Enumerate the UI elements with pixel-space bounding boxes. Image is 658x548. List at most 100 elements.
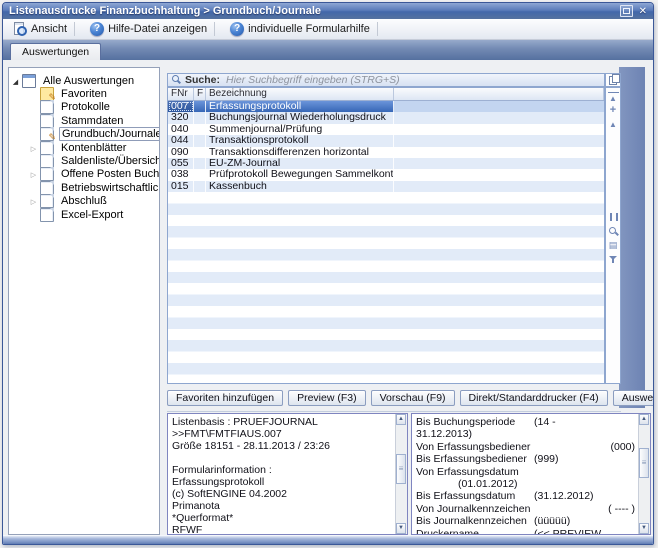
param-label: (01.01.2012): [416, 478, 518, 490]
table-row[interactable]: 044 Transaktionsprotokoll: [168, 135, 604, 146]
param-value: (31.12.2012): [534, 490, 594, 502]
cell-extra: [394, 181, 604, 192]
strip-icon[interactable]: [608, 212, 619, 223]
table-row[interactable]: 015 Kassenbuch: [168, 181, 604, 192]
column-header-bez[interactable]: Bezeichnung: [206, 88, 394, 100]
strip-icon[interactable]: [608, 119, 619, 130]
cell-bezeichnung: Transaktionsdifferenzen horizontal: [206, 147, 394, 158]
cell-bezeichnung: EU-ZM-Journal: [206, 158, 394, 169]
table-row[interactable]: 038 Prüfprotokoll Bewegungen Sammelkonte…: [168, 169, 604, 180]
cell-f: [194, 101, 206, 112]
tree-item-label: Kontenblätter: [59, 142, 128, 154]
action-button[interactable]: Direkt/Standarddrucker (F4): [460, 390, 608, 406]
action-button[interactable]: Vorschau (F9): [371, 390, 455, 406]
params-scrollbar[interactable]: ▲ ▼: [638, 414, 650, 534]
toolbar-button[interactable]: Hilfe-Datei anzeigen: [84, 20, 224, 38]
tree-item-icon: [22, 74, 36, 88]
right-gutter: [619, 67, 645, 408]
strip-icon[interactable]: [608, 240, 619, 251]
tree-item-icon: [40, 154, 54, 168]
param-line: Druckername (<< PREVIEW: [416, 528, 639, 534]
search-icon: [171, 75, 181, 85]
table-header[interactable]: FNr F Bezeichnung: [168, 88, 604, 101]
tree-expander-icon[interactable]: [27, 168, 40, 180]
close-icon[interactable]: ✕: [639, 6, 647, 17]
info-line: Erfassungsprotokoll: [172, 476, 396, 488]
toolbar-button[interactable]: individuelle Formularhilfe: [224, 20, 387, 38]
scroll-down-icon[interactable]: ▼: [396, 523, 406, 534]
scroll-down-icon[interactable]: ▼: [639, 523, 649, 534]
window-bottom-frame: [3, 535, 653, 544]
table-tool-strip: [605, 87, 621, 384]
tree-item-icon: [40, 141, 54, 155]
tree-item-icon: [40, 167, 54, 181]
param-value: (üüüüü): [534, 515, 570, 527]
column-header-extra[interactable]: [394, 88, 604, 100]
toolbar-label: Hilfe-Datei anzeigen: [108, 23, 207, 35]
tree-item[interactable]: Abschluß: [9, 195, 159, 208]
restore-icon[interactable]: [620, 5, 633, 17]
action-button[interactable]: Auswertung drucken: [613, 390, 654, 406]
param-line: (01.01.2012): [416, 478, 639, 490]
table-row[interactable]: 055 EU-ZM-Journal: [168, 158, 604, 169]
table-row[interactable]: 040 Summenjournal/Prüfung: [168, 124, 604, 135]
table-row[interactable]: 007 Erfassungsprotokoll: [168, 101, 604, 112]
tree-item-label: Protokolle: [59, 101, 112, 113]
tab-auswertungen[interactable]: Auswertungen: [10, 43, 101, 60]
strip-icon[interactable]: [608, 91, 619, 102]
param-line: Bis Erfassungsdatum (31.12.2012): [416, 490, 639, 502]
tree-item[interactable]: Favoriten: [9, 87, 159, 100]
toolbar-button[interactable]: Ansicht: [7, 20, 84, 38]
toolbar-separator: [74, 22, 75, 36]
tree-item[interactable]: Grundbuch/Journale: [9, 128, 159, 141]
tree-item-label: Saldenliste/Übersicht: [59, 155, 160, 167]
strip-icon[interactable]: [608, 254, 619, 265]
scroll-up-icon[interactable]: ▲: [396, 414, 406, 425]
cell-extra: [394, 101, 604, 112]
toolbar-label: individuelle Formularhilfe: [248, 23, 370, 35]
cell-bezeichnung: Summenjournal/Prüfung: [206, 124, 394, 135]
toolbar-icon: [230, 22, 244, 36]
table-row[interactable]: 090 Transaktionsdifferenzen horizontal: [168, 147, 604, 158]
strip-icon[interactable]: [608, 226, 619, 237]
scroll-thumb[interactable]: [639, 448, 649, 478]
tree-expander-icon[interactable]: [27, 195, 40, 207]
copy-icon: [609, 76, 617, 85]
cell-f: [194, 124, 206, 135]
tree-item[interactable]: Excel-Export: [9, 208, 159, 221]
cell-extra: [394, 135, 604, 146]
tree-item[interactable]: Offene Posten Buchhaltung: [9, 168, 159, 181]
table-row[interactable]: 320 Buchungsjournal Wiederholungsdruck: [168, 112, 604, 123]
tree-item-label: Offene Posten Buchhaltung: [59, 168, 160, 180]
action-button[interactable]: Favoriten hinzufügen: [167, 390, 283, 406]
tree-item[interactable]: Saldenliste/Übersicht: [9, 154, 159, 167]
param-line: Von Erfassungsbediener (000): [416, 441, 639, 453]
search-placeholder: Hier Suchbegriff eingeben (STRG+S): [226, 74, 400, 86]
param-label: Bis Erfassungsdatum: [416, 490, 515, 502]
info-scrollbar[interactable]: ▲ ▼: [395, 414, 407, 534]
tree-expander-icon[interactable]: [9, 75, 22, 87]
tree-item-label: Abschluß: [59, 195, 109, 207]
tree-expander-icon[interactable]: [27, 142, 40, 154]
tree-item[interactable]: Betriebswirtschaftliche Auswertungen: [9, 181, 159, 194]
strip-icon[interactable]: [608, 105, 619, 116]
tree-item[interactable]: Protokolle: [9, 101, 159, 114]
cell-fnr: 015: [168, 181, 194, 192]
column-header-f[interactable]: F: [194, 88, 206, 100]
tree-item-label: Favoriten: [59, 88, 109, 100]
tree-item[interactable]: Alle Auswertungen: [9, 74, 159, 87]
table-corner-cell[interactable]: [605, 73, 621, 87]
search-bar[interactable]: Suche: Hier Suchbegriff eingeben (STRG+S…: [167, 73, 605, 87]
cell-bezeichnung: Erfassungsprotokoll: [206, 101, 394, 112]
param-line: Bis Journalkennzeichen (üüüüü): [416, 515, 639, 527]
scroll-thumb[interactable]: [396, 454, 406, 484]
info-line: Listenbasis : PRUEFJOURNAL: [172, 416, 396, 428]
tree-item-icon: [40, 194, 54, 208]
tree-item[interactable]: Kontenblätter: [9, 141, 159, 154]
tab-strip: Auswertungen: [3, 40, 653, 60]
column-header-fnr[interactable]: FNr: [168, 88, 194, 100]
scroll-up-icon[interactable]: ▲: [639, 414, 649, 425]
tree-item[interactable]: Stammdaten: [9, 114, 159, 127]
search-label: Suche:: [185, 74, 220, 86]
action-button[interactable]: Preview (F3): [288, 390, 366, 406]
